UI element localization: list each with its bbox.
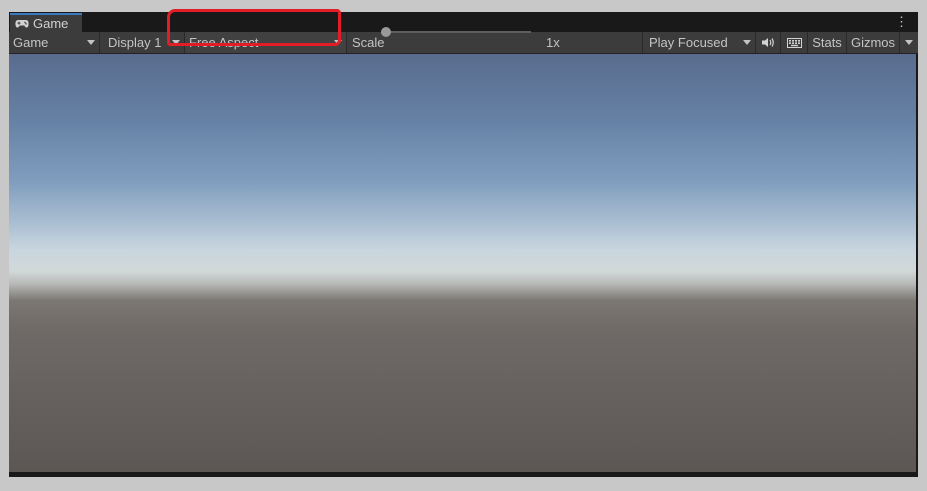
chevron-down-icon [905, 40, 913, 45]
gizmos-button[interactable]: Gizmos [847, 32, 899, 53]
chevron-down-icon [172, 40, 180, 45]
scale-value: 1x [546, 32, 560, 53]
chevron-down-icon [743, 40, 751, 45]
tab-game[interactable]: Game [10, 13, 82, 32]
tab-title: Game [33, 16, 69, 31]
display-dropdown[interactable]: Display 1 [104, 32, 184, 53]
scale-value-text: 1x [546, 35, 560, 50]
keyboard-shortcuts-button[interactable] [781, 32, 807, 53]
game-window: Game ⋮ Game Display 1 Free Aspect Scale … [9, 12, 918, 477]
tab-bar: Game ⋮ [9, 12, 918, 32]
separator [346, 32, 347, 53]
aspect-ratio-dropdown[interactable]: Free Aspect [185, 32, 346, 53]
chevron-down-icon [87, 40, 95, 45]
game-toolbar: Game Display 1 Free Aspect Scale 1x Play… [9, 32, 918, 54]
stats-label: Stats [812, 35, 842, 50]
gizmos-label: Gizmos [850, 35, 896, 50]
more-options-icon[interactable]: ⋮ [895, 15, 908, 29]
scale-label-text: Scale [352, 35, 385, 50]
keyboard-icon [786, 37, 802, 48]
play-mode-label: Play Focused [649, 35, 728, 50]
display-label: Display 1 [108, 35, 162, 50]
game-viewport[interactable] [9, 54, 916, 472]
play-mode-dropdown[interactable]: Play Focused [643, 32, 755, 53]
stats-button[interactable]: Stats [808, 32, 846, 53]
chevron-down-icon [334, 40, 342, 45]
scale-label: Scale [352, 32, 385, 53]
game-mode-dropdown[interactable]: Game [9, 32, 99, 53]
separator [99, 32, 100, 53]
gizmos-dropdown-button[interactable] [900, 32, 918, 53]
gamepad-icon [15, 19, 29, 29]
game-mode-label: Game [13, 35, 49, 50]
speaker-icon [761, 37, 775, 48]
scale-slider-track[interactable] [385, 31, 531, 33]
aspect-ratio-label: Free Aspect [189, 35, 259, 50]
scale-slider-thumb[interactable] [381, 27, 391, 37]
mute-audio-button[interactable] [756, 32, 780, 53]
